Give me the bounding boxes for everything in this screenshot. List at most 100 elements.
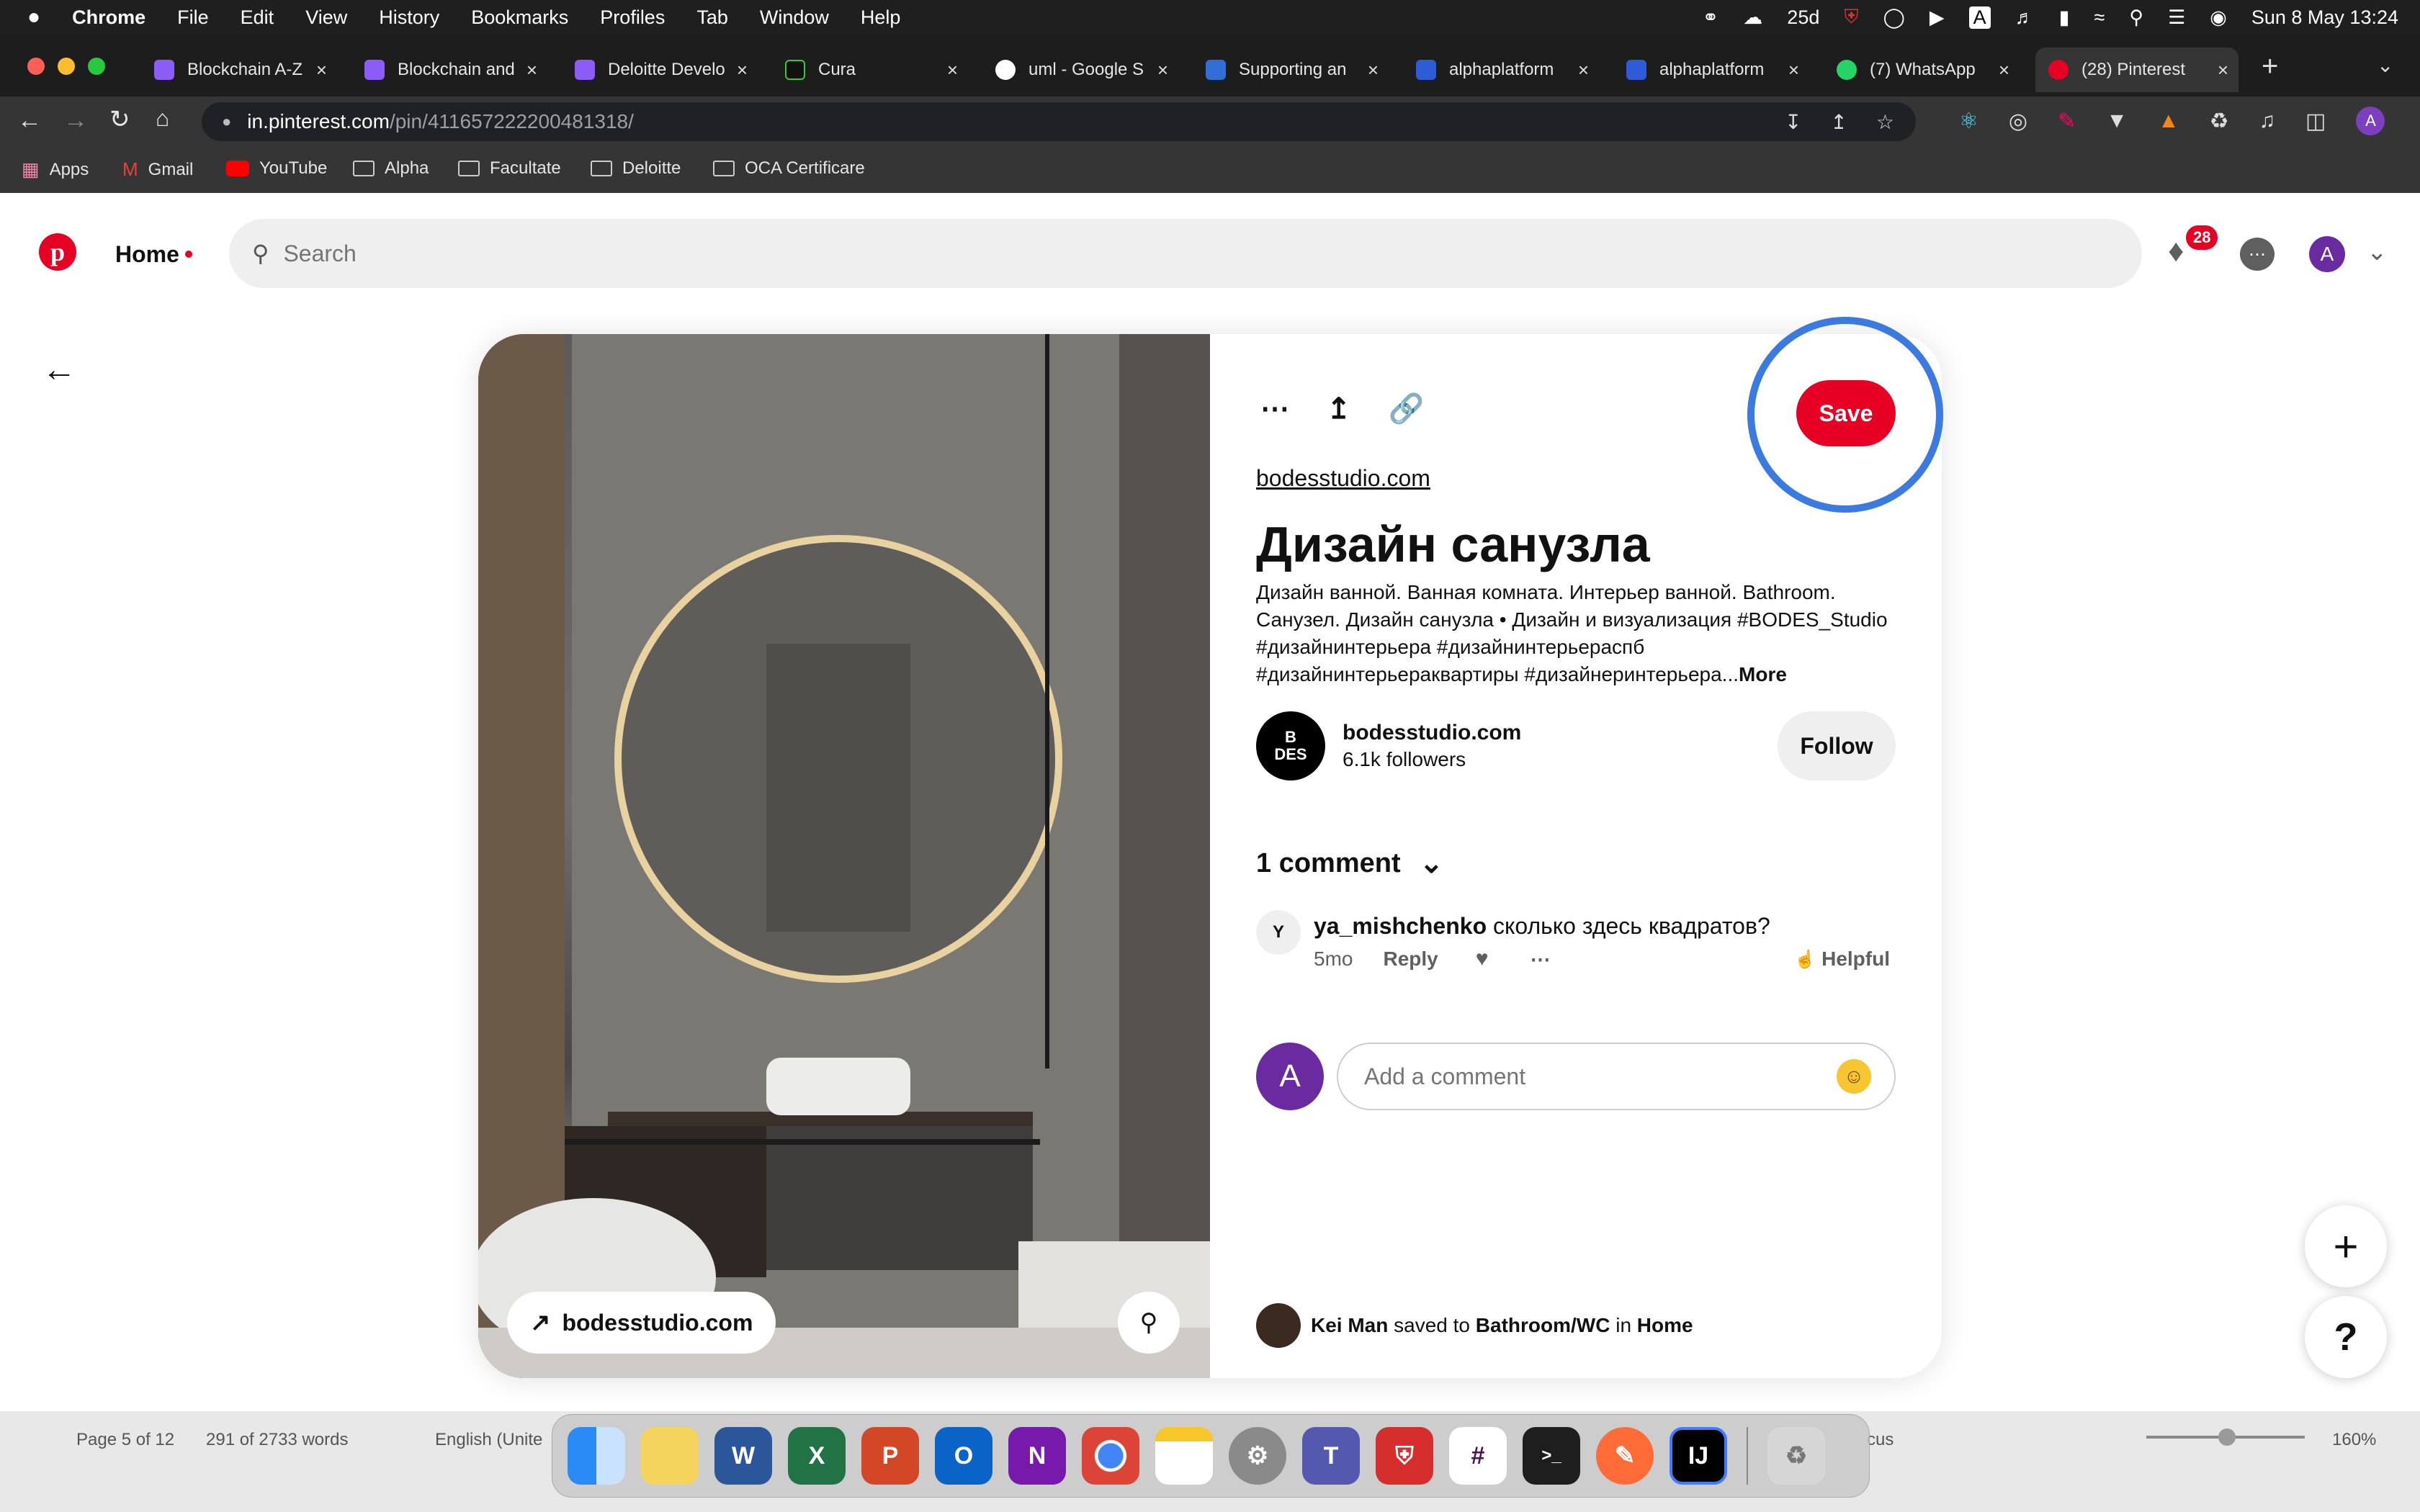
menu-app-name[interactable]: Chrome <box>72 6 145 29</box>
close-tab-icon[interactable]: × <box>1578 59 1589 81</box>
tab-search-chevron-icon[interactable]: ⌄ <box>2377 53 2393 77</box>
word-icon[interactable]: W <box>714 1427 772 1485</box>
commenter-avatar[interactable]: Y <box>1256 910 1301 955</box>
saver-avatar[interactable] <box>1256 1303 1301 1348</box>
menu-file[interactable]: File <box>177 6 209 29</box>
siri-icon[interactable]: ◉ <box>2210 6 2227 29</box>
share-icon[interactable]: ↥ <box>1327 392 1351 426</box>
comment-more-icon[interactable]: ⋯ <box>1531 948 1551 971</box>
extensions-puzzle-icon[interactable]: ♻ <box>2210 109 2229 134</box>
slack-icon[interactable]: # <box>1449 1427 1507 1485</box>
wifi-icon[interactable]: ≈ <box>2094 6 2105 29</box>
status-25d[interactable]: 25d <box>1787 6 1819 29</box>
creative-cloud-icon[interactable]: ⚭ <box>1703 6 1719 29</box>
install-icon[interactable]: ↧ <box>1785 110 1801 134</box>
chrome-icon[interactable] <box>1082 1427 1139 1485</box>
postman-icon[interactable]: ✎ <box>1596 1427 1654 1485</box>
tab-alphaplatform-2[interactable]: alphaplatform × <box>1613 48 1809 92</box>
lock-icon[interactable]: ● <box>222 112 231 131</box>
close-window-button[interactable] <box>27 58 45 75</box>
back-icon[interactable]: ← <box>17 107 42 135</box>
bookmark-deloitte[interactable]: Deloitte <box>591 158 681 179</box>
terminal-icon[interactable]: >_ <box>1523 1427 1580 1485</box>
image-source-link[interactable]: ↗ bodesstudio.com <box>507 1292 776 1354</box>
close-tab-icon[interactable]: × <box>1157 59 1168 81</box>
commenter-username[interactable]: ya_mishchenko <box>1314 913 1487 939</box>
system-preferences-icon[interactable]: ⚙ <box>1229 1427 1286 1485</box>
close-tab-icon[interactable]: × <box>526 59 537 81</box>
reload-icon[interactable]: ↻ <box>109 105 130 134</box>
messages-icon[interactable]: ⋯ <box>2240 238 2275 271</box>
media-icon[interactable]: ♫ <box>2259 109 2276 133</box>
notifications-button[interactable]: ♦ 28 <box>2168 223 2220 274</box>
home-icon[interactable]: ⌂ <box>156 105 169 132</box>
like-heart-icon[interactable]: ♥ <box>1476 947 1489 971</box>
trash-icon[interactable]: ♻ <box>1767 1427 1825 1485</box>
font-a-icon[interactable]: A <box>1968 6 1991 29</box>
shield-icon[interactable]: ⛨ <box>1844 6 1858 29</box>
apple-icon[interactable]: ● <box>27 5 40 30</box>
close-tab-icon[interactable]: × <box>316 59 327 81</box>
menu-history[interactable]: History <box>379 6 439 29</box>
search-bar[interactable]: ⚲ <box>229 219 2142 288</box>
section-name[interactable]: Home <box>1637 1314 1693 1337</box>
bookmark-oca[interactable]: OCA Certificare <box>713 158 865 179</box>
word-word-count[interactable]: 291 of 2733 words <box>206 1430 348 1450</box>
pinterest-logo-icon[interactable]: p <box>39 233 76 271</box>
follow-button[interactable]: Follow <box>1778 711 1896 780</box>
excel-icon[interactable]: X <box>788 1427 846 1485</box>
bookmark-youtube[interactable]: YouTube <box>226 158 327 179</box>
home-nav[interactable]: Home <box>115 236 192 272</box>
add-comment-input[interactable] <box>1364 1063 1796 1090</box>
maximize-window-button[interactable] <box>88 58 105 75</box>
saver-name[interactable]: Kei Man <box>1311 1314 1388 1337</box>
menu-view[interactable]: View <box>305 6 347 29</box>
tab-cura[interactable]: Cura × <box>772 48 968 92</box>
address-bar[interactable]: ● in.pinterest.com /pin/4116572222004813… <box>202 102 1916 141</box>
weather-icon[interactable]: ☁ <box>1743 6 1762 29</box>
word-focus[interactable]: cus <box>1867 1430 1894 1450</box>
pin-image[interactable]: ↗ bodesstudio.com ⚲ <box>478 334 1210 1378</box>
metamask-icon[interactable]: ▲ <box>2158 109 2179 133</box>
profile-avatar-icon[interactable]: A <box>2356 107 2385 135</box>
tab-supporting[interactable]: Supporting an × <box>1193 48 1389 92</box>
creator-logo[interactable]: B DES <box>1256 711 1325 780</box>
tab-blockchain-2[interactable]: Blockchain and × <box>351 48 547 92</box>
profile-avatar[interactable]: A <box>2309 236 2345 272</box>
reply-button[interactable]: Reply <box>1383 948 1438 971</box>
battery-icon[interactable]: ▮ <box>2059 6 2070 29</box>
side-panel-icon[interactable]: ◫ <box>2305 109 2326 134</box>
react-devtools-icon[interactable]: ⚛ <box>1959 109 1978 134</box>
headphones-icon[interactable]: ◯ <box>1883 6 1905 29</box>
tab-whatsapp[interactable]: (7) WhatsApp × <box>1824 48 2020 92</box>
search-input[interactable] <box>283 240 2012 267</box>
onenote-icon[interactable]: N <box>1008 1427 1066 1485</box>
extension-pen-icon[interactable]: ✎ <box>2058 109 2076 134</box>
menu-help[interactable]: Help <box>861 6 901 29</box>
intellij-icon[interactable]: IJ <box>1670 1427 1727 1485</box>
more-link[interactable]: More <box>1739 663 1787 685</box>
account-chevron-icon[interactable]: ⌄ <box>2367 238 2388 266</box>
bookmark-apps[interactable]: ▦ Apps <box>22 158 89 181</box>
finder-icon[interactable] <box>568 1427 625 1485</box>
bookmark-alpha[interactable]: Alpha <box>353 158 429 179</box>
extension-target-icon[interactable]: ◎ <box>2009 109 2027 134</box>
teams-icon[interactable]: T <box>1302 1427 1360 1485</box>
close-tab-icon[interactable]: × <box>737 59 748 81</box>
bookmark-star-icon[interactable]: ☆ <box>1876 110 1894 134</box>
visual-search-button[interactable]: ⚲ <box>1118 1292 1180 1354</box>
copy-link-icon[interactable]: 🔗 <box>1389 392 1425 426</box>
forward-icon[interactable]: → <box>63 107 88 135</box>
help-button[interactable]: ? <box>2305 1296 2387 1378</box>
tab-pinterest[interactable]: (28) Pinterest × <box>2035 48 2238 92</box>
new-tab-icon[interactable]: + <box>2262 50 2278 83</box>
close-tab-icon[interactable]: × <box>947 59 958 81</box>
menu-edit[interactable]: Edit <box>241 6 274 29</box>
bookmark-facultate[interactable]: Facultate <box>458 158 561 179</box>
close-tab-icon[interactable]: × <box>2218 59 2228 81</box>
close-tab-icon[interactable]: × <box>1999 59 2009 81</box>
tab-alphaplatform-1[interactable]: alphaplatform × <box>1403 48 1599 92</box>
creator-name[interactable]: bodesstudio.com <box>1343 721 1521 745</box>
menu-window[interactable]: Window <box>760 6 829 29</box>
menu-tab[interactable]: Tab <box>696 6 728 29</box>
